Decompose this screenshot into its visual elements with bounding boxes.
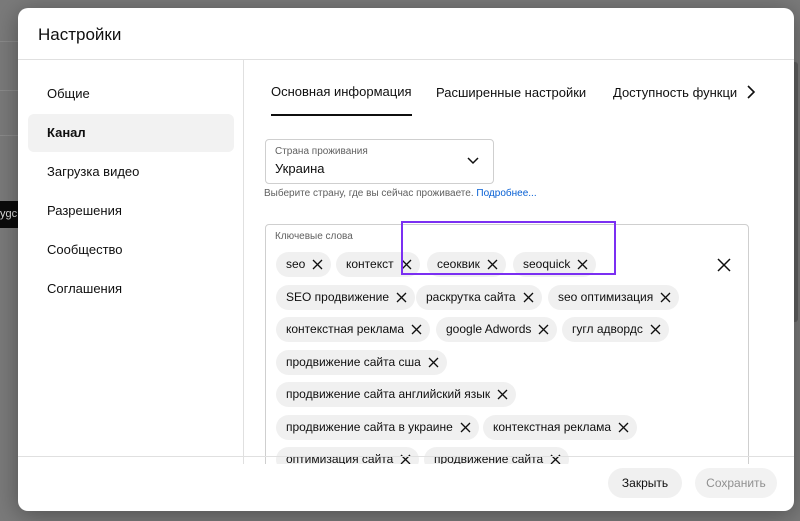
- keyword-chip-label: оптимизация сайта: [286, 452, 394, 464]
- remove-chip-icon[interactable]: [312, 259, 323, 270]
- remove-chip-icon[interactable]: [460, 422, 471, 433]
- keywords-field[interactable]: Ключевые слова seo контекст сеоквик seoq…: [265, 224, 749, 464]
- dialog-title: Настройки: [38, 25, 122, 44]
- keyword-chip-label: продвижение сайта английский язык: [286, 387, 491, 401]
- tab-feature-eligibility[interactable]: Доступность функций: [613, 60, 737, 116]
- backdrop-line: [0, 41, 18, 42]
- keyword-chip: продвижение сайта английский язык: [276, 382, 517, 407]
- remove-chip-icon[interactable]: [497, 389, 508, 400]
- keyword-chip-label: seoquick: [523, 257, 571, 271]
- keywords-label: Ключевые слова: [275, 231, 353, 242]
- sidebar-item-community[interactable]: Сообщество: [28, 231, 234, 269]
- keyword-chip-label: SEO продвижение: [286, 290, 390, 304]
- country-helper: Выберите страну, где вы сейчас проживает…: [264, 188, 537, 199]
- keyword-chip: seoquick: [513, 252, 597, 277]
- tab-bar: Основная информация Расширенные настройк…: [245, 60, 765, 116]
- keyword-chip-label: сеоквик: [437, 257, 480, 271]
- sidebar-item-upload[interactable]: Загрузка видео: [28, 153, 234, 191]
- keyword-chip: раскрутка сайта: [416, 285, 542, 310]
- keyword-chip: контекст: [336, 252, 420, 277]
- sidebar-item-permissions[interactable]: Разрешения: [28, 192, 234, 230]
- keyword-chip: google Adwords: [436, 317, 558, 342]
- remove-chip-icon[interactable]: [538, 324, 549, 335]
- learn-more-link[interactable]: Подробнее...: [476, 188, 536, 199]
- backdrop-line: [0, 135, 18, 136]
- remove-chip-icon[interactable]: [396, 292, 407, 303]
- keyword-chip-label: контекстная реклама: [493, 420, 612, 434]
- remove-chip-icon[interactable]: [577, 259, 588, 270]
- keyword-chip-label: контекст: [346, 257, 394, 271]
- remove-chip-icon[interactable]: [411, 324, 422, 335]
- sidebar-item-general[interactable]: Общие: [28, 75, 234, 113]
- keyword-chip: продвижение сайта сша: [276, 350, 447, 375]
- settings-dialog: Настройки Общие Канал Загрузка видео Раз…: [18, 8, 794, 511]
- backdrop-line: [0, 90, 18, 91]
- save-button[interactable]: Сохранить: [695, 468, 777, 498]
- keyword-chip: seo: [276, 252, 332, 277]
- keyword-chip-label: seo: [286, 257, 306, 271]
- backdrop-chip: ygc: [0, 201, 20, 228]
- keyword-chip-label: продвижение сайта в украине: [286, 420, 453, 434]
- keyword-chip-label: продвижение сайта: [434, 452, 544, 464]
- remove-chip-icon[interactable]: [401, 259, 412, 270]
- remove-chip-icon[interactable]: [660, 292, 671, 303]
- chevron-down-icon: [467, 157, 479, 165]
- close-button[interactable]: Закрыть: [608, 468, 682, 498]
- keyword-chip: гугл адвордс: [562, 317, 669, 342]
- sidebar-item-agreements[interactable]: Соглашения: [28, 270, 234, 308]
- keyword-chip: сеоквик: [427, 252, 506, 277]
- remove-chip-icon[interactable]: [487, 259, 498, 270]
- tab-basic-info[interactable]: Основная информация: [271, 60, 412, 116]
- keyword-chip: seo оптимизация: [548, 285, 680, 310]
- keyword-chip-label: раскрутка сайта: [426, 290, 516, 304]
- country-select-label: Страна проживания: [275, 146, 368, 157]
- keyword-chip: контекстная реклама: [483, 415, 638, 440]
- keyword-chip: продвижение сайта в украине: [276, 415, 479, 440]
- chevron-right-icon[interactable]: [743, 84, 759, 100]
- keyword-chip-label: контекстная реклама: [286, 322, 405, 336]
- country-select[interactable]: Страна проживания Украина: [265, 139, 494, 184]
- footer-divider: [18, 456, 794, 457]
- keyword-chip-label: продвижение сайта сша: [286, 355, 421, 369]
- remove-chip-icon[interactable]: [650, 324, 661, 335]
- remove-chip-icon[interactable]: [428, 357, 439, 368]
- settings-content: Основная информация Расширенные настройк…: [245, 60, 794, 464]
- keyword-chip-label: google Adwords: [446, 322, 532, 336]
- keyword-chip: SEO продвижение: [276, 285, 416, 310]
- keyword-chip-label: гугл адвордс: [572, 322, 643, 336]
- sidebar-item-channel[interactable]: Канал: [28, 114, 234, 152]
- settings-sidebar: Общие Канал Загрузка видео Разрешения Со…: [18, 60, 244, 464]
- tab-advanced-settings[interactable]: Расширенные настройки: [436, 60, 586, 116]
- country-helper-text: Выберите страну, где вы сейчас проживает…: [264, 188, 474, 199]
- country-select-value: Украина: [275, 161, 325, 176]
- remove-chip-icon[interactable]: [618, 422, 629, 433]
- keyword-chip: контекстная реклама: [276, 317, 431, 342]
- clear-all-icon[interactable]: [715, 256, 733, 274]
- remove-chip-icon[interactable]: [523, 292, 534, 303]
- keyword-chip-label: seo оптимизация: [558, 290, 654, 304]
